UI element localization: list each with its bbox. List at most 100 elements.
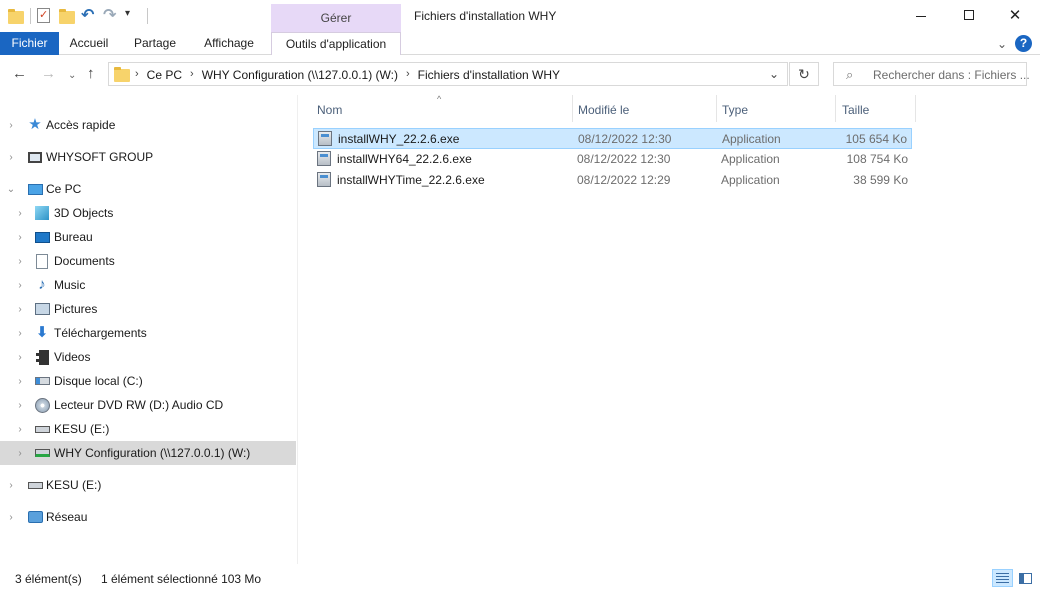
breadcrumb-separator-icon[interactable]: › [135,68,139,82]
breadcrumb-fichiers-installation[interactable]: Fichiers d'installation WHY [418,68,560,82]
nav-item-why-configuration[interactable]: › WHY Configuration (\\127.0.0.1) (W:) [0,441,296,465]
column-divider[interactable] [915,95,916,122]
recent-locations-chevron-icon[interactable]: ⌄ [68,68,76,84]
expand-chevron-icon[interactable]: › [15,208,25,219]
expand-chevron-icon[interactable]: › [15,352,25,363]
nav-item-whysoft-group[interactable]: › WHYSOFT GROUP [0,145,296,169]
network-folder-icon [27,149,43,165]
undo-icon[interactable]: ↶ [81,8,97,24]
file-name: installWHY_22.2.6.exe [338,132,460,146]
contextual-group-gerer: Gérer [271,4,401,32]
tab-affichage[interactable]: Affichage [194,32,264,55]
nav-item-label: Videos [54,350,91,364]
tab-accueil[interactable]: Accueil [60,32,118,55]
properties-icon[interactable] [37,8,53,24]
expand-chevron-icon[interactable]: › [15,232,25,243]
minimize-button[interactable] [898,0,944,31]
nav-item-documents[interactable]: › Documents [0,249,296,273]
folder-icon [114,67,130,82]
maximize-button[interactable] [946,0,992,31]
column-header-modifie-le[interactable]: Modifié le [578,103,629,117]
expand-chevron-icon[interactable]: › [15,280,25,291]
file-name: installWHY64_22.2.6.exe [337,152,472,166]
breadcrumb-why-configuration[interactable]: WHY Configuration (\\127.0.0.1) (W:) [202,68,398,82]
nav-item-label: Téléchargements [54,326,147,340]
tab-partage[interactable]: Partage [126,32,184,55]
column-header-taille[interactable]: Taille [842,103,869,117]
network-drive-icon [34,445,50,461]
expand-chevron-icon[interactable]: › [6,512,16,523]
column-divider[interactable] [572,95,573,122]
breadcrumb: › Ce PC › WHY Configuration (\\127.0.0.1… [135,68,560,82]
breadcrumb-ce-pc[interactable]: Ce PC [147,68,182,82]
table-row[interactable]: installWHYTime_22.2.6.exe 08/12/2022 12:… [313,170,912,191]
nav-item-disque-local[interactable]: › Disque local (C:) [0,369,296,393]
expand-chevron-icon[interactable]: › [15,304,25,315]
large-icons-view-icon [1019,572,1032,584]
collapse-chevron-icon[interactable]: ⌄ [6,184,16,195]
star-icon: ★ [28,116,42,133]
setup-file-icon [318,131,334,147]
forward-arrow-icon[interactable]: → [41,66,56,82]
expand-chevron-icon[interactable]: › [15,256,25,267]
downloads-icon: ⬇ [35,324,49,341]
file-type: Application [721,173,780,187]
videos-icon [34,349,50,365]
nav-item-telechargements[interactable]: › ⬇ Téléchargements [0,321,296,345]
tab-fichier[interactable]: Fichier [0,32,59,55]
nav-item-3d-objects[interactable]: › 3D Objects [0,201,296,225]
expand-chevron-icon[interactable]: › [6,120,16,131]
nav-item-videos[interactable]: › Videos [0,345,296,369]
nav-item-kesu-root[interactable]: › KESU (E:) [0,473,296,497]
large-icons-view-button[interactable] [1015,569,1036,587]
nav-item-kesu[interactable]: › KESU (E:) [0,417,296,441]
nav-item-bureau[interactable]: › Bureau [0,225,296,249]
address-bar[interactable]: › Ce PC › WHY Configuration (\\127.0.0.1… [108,62,788,86]
expand-chevron-icon[interactable]: › [6,152,16,163]
new-folder-icon[interactable] [59,8,75,24]
search-input[interactable]: ⌕ Rechercher dans : Fichiers ... [833,62,1030,86]
ribbon-tabs: Fichier Accueil Partage Affichage Outils… [0,32,1040,56]
file-list: ^ Nom Modifié le Type Taille installWHY_… [300,94,1040,564]
expand-ribbon-chevron-icon[interactable]: ⌄ [997,37,1007,51]
nav-item-label: 3D Objects [54,206,114,220]
refresh-button[interactable]: ↻ [789,62,819,86]
tab-outils-application[interactable]: Outils d'application [271,32,401,56]
nav-item-label: Disque local (C:) [54,374,143,388]
navigation-bar: ← → ⌄ ↑ › Ce PC › WHY Configuration (\\1… [0,55,1040,95]
expand-chevron-icon[interactable]: › [15,328,25,339]
column-header-type[interactable]: Type [722,103,748,117]
pictures-icon [34,301,50,317]
table-row[interactable]: installWHY_22.2.6.exe 08/12/2022 12:30 A… [313,128,912,149]
column-divider[interactable] [716,95,717,122]
redo-icon[interactable]: ↷ [103,8,119,24]
nav-item-ce-pc[interactable]: ⌄ Ce PC [0,177,296,201]
folder-icon[interactable] [8,8,24,24]
search-icon: ⌕ [846,67,854,82]
nav-item-lecteur-dvd[interactable]: › Lecteur DVD RW (D:) Audio CD [0,393,296,417]
details-view-button[interactable] [992,569,1013,587]
up-arrow-icon[interactable]: ↑ [87,66,95,82]
expand-chevron-icon[interactable]: › [15,424,25,435]
back-arrow-icon[interactable]: ← [12,66,27,82]
nav-item-pictures[interactable]: › Pictures [0,297,296,321]
customize-dropdown-icon[interactable]: ▾ [125,8,141,24]
nav-item-music[interactable]: › ♪ Music [0,273,296,297]
breadcrumb-separator-icon[interactable]: › [190,68,194,82]
breadcrumb-separator-icon[interactable]: › [406,68,410,82]
table-row[interactable]: installWHY64_22.2.6.exe 08/12/2022 12:30… [313,149,912,170]
address-dropdown-chevron-icon[interactable]: ⌄ [769,67,779,81]
navigation-pane: › ★ Accès rapide › WHYSOFT GROUP ⌄ Ce PC… [0,95,298,564]
network-icon [27,509,43,525]
nav-item-reseau[interactable]: › Réseau [0,505,296,529]
expand-chevron-icon[interactable]: › [6,480,16,491]
column-header-nom[interactable]: Nom [317,103,342,117]
expand-chevron-icon[interactable]: › [15,448,25,459]
expand-chevron-icon[interactable]: › [15,400,25,411]
nav-item-acces-rapide[interactable]: › ★ Accès rapide [0,113,296,137]
column-divider[interactable] [835,95,836,122]
expand-chevron-icon[interactable]: › [15,376,25,387]
close-button[interactable]: ✕ [992,0,1038,31]
help-icon[interactable]: ? [1015,35,1032,52]
refresh-icon: ↻ [798,66,810,82]
